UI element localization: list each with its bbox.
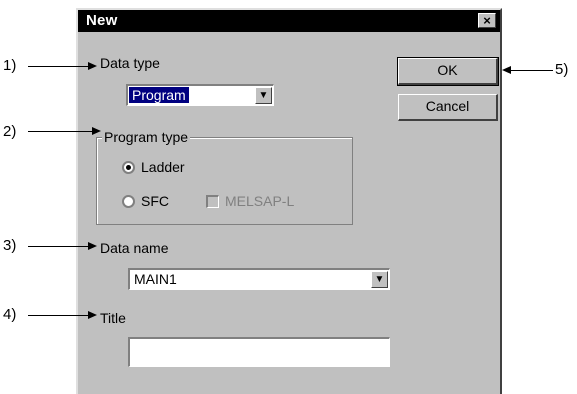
title-label: Title [100,310,126,326]
data-type-dropdown-button[interactable]: ▼ [255,87,272,104]
dialog-title: New [86,12,118,29]
data-name-value: MAIN1 [134,271,177,287]
callout-1-label: 1) [3,57,17,74]
data-type-label: Data type [100,55,160,71]
radio-sfc[interactable]: SFC [122,193,192,211]
close-button[interactable]: × [478,13,496,28]
close-icon: × [483,13,491,28]
arrow-right-icon [92,127,101,135]
arrow-right-icon [88,311,97,319]
callout-3-line [28,246,88,247]
radio-sfc-button[interactable] [122,195,135,208]
callout-3-label: 3) [3,237,17,254]
callout-5-line [511,70,553,71]
chevron-down-icon: ▼ [258,90,269,101]
data-type-combo[interactable]: Program ▼ [126,84,274,106]
callout-4-label: 4) [3,306,17,323]
title-input[interactable] [128,337,390,367]
radio-selected-dot [126,165,131,170]
callout-2-line [28,131,92,132]
callout-4-line [28,315,88,316]
callout-2-label: 2) [3,123,17,140]
data-name-label: Data name [100,240,169,256]
ok-button[interactable]: OK [397,57,499,86]
data-type-selected: Program [129,87,189,103]
radio-sfc-label: SFC [141,193,169,209]
radio-ladder-label: Ladder [141,159,185,175]
arrow-right-icon [88,242,97,250]
radio-ladder-button[interactable] [122,161,135,174]
data-name-combo[interactable]: MAIN1 ▼ [128,268,390,290]
melsap-l-label: MELSAP-L [225,193,295,209]
cancel-button[interactable]: Cancel [398,94,498,121]
melsap-l-checkbox[interactable]: MELSAP-L [206,193,316,211]
chevron-down-icon: ▼ [374,274,385,285]
callout-5-label: 5) [555,61,569,78]
program-type-label: Program type [102,129,191,145]
data-name-dropdown-button[interactable]: ▼ [371,271,388,288]
arrow-left-icon [502,66,511,74]
melsap-l-checkbox-box[interactable] [206,195,219,208]
callout-1-line [28,66,88,67]
radio-ladder[interactable]: Ladder [122,159,212,177]
arrow-right-icon [88,62,97,70]
new-dialog: New × Data type Program ▼ Program type L… [76,8,502,394]
title-bar[interactable]: New × [78,10,500,32]
program-type-groupbox [96,137,353,225]
